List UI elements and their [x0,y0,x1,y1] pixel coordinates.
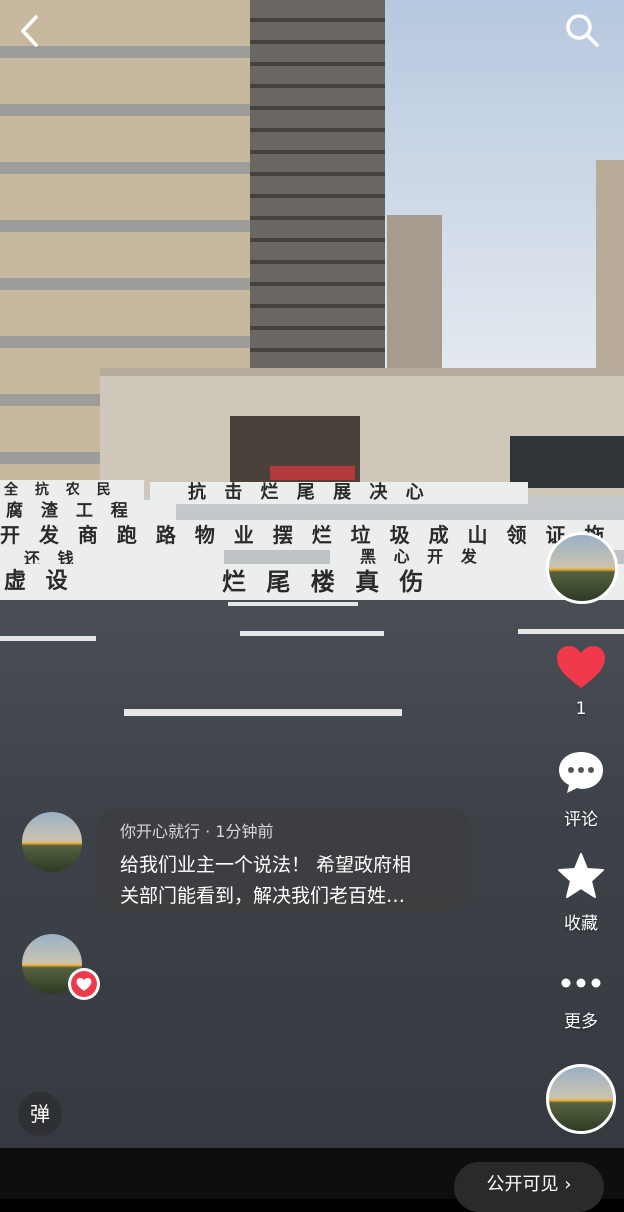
comment-meta: 你开心就行 · 1分钟前 [120,818,458,842]
author-avatar[interactable] [546,532,618,604]
comment-text: 给我们业主一个说法！ 希望政府相 关部门能看到，解决我们老百姓… [120,850,458,912]
favorite-button[interactable]: 收藏 [548,852,614,934]
building-far [387,215,442,375]
comment-icon [559,752,603,793]
more-label: 更多 [564,1012,598,1032]
building-center [250,0,385,380]
banner-3: 腐 渣 工 程 [0,500,176,522]
building-right [596,160,624,370]
banner-2: 抗 击 烂 尾 展 决 心 [150,482,528,504]
more-button[interactable]: 更多 [548,968,614,1032]
more-icon [561,978,601,988]
compound-gate [100,368,624,496]
banner-7: 虚 设 [0,564,114,600]
like-button[interactable]: 1 [548,644,614,719]
comment-author: 你开心就行 [120,822,201,841]
heart-icon [76,978,92,991]
visibility-public-button[interactable]: 公开可见 › [454,1162,604,1212]
like-count: 1 [575,699,587,719]
liked-badge [68,968,100,1000]
comment-text-line2: 关部门能看到，解决我们老百姓… [120,885,406,907]
comment-button[interactable]: 评论 [548,748,614,830]
comment-bubble[interactable]: 你开心就行 · 1分钟前 给我们业主一个说法！ 希望政府相 关部门能看到，解决我… [96,808,472,912]
star-icon [558,853,604,898]
music-disc[interactable] [546,1064,616,1134]
banner-1: 全 抗 农 民 [0,480,144,500]
chevron-left-icon[interactable] [18,14,40,52]
comment-text-line1: 给我们业主一个说法！ 希望政府相 [120,854,412,876]
search-icon[interactable] [562,10,602,50]
danmu-toggle-button[interactable]: 弹 [18,1092,62,1136]
protest-banners: 全 抗 农 民 抗 击 烂 尾 展 决 心 腐 渣 工 程 开 发 商 跑 路 … [0,480,624,600]
heart-icon [557,646,605,688]
comment-time: · 1分钟前 [205,822,274,841]
comment-label: 评论 [564,810,598,830]
favorite-label: 收藏 [564,914,598,934]
commenter-avatar[interactable] [22,812,82,872]
